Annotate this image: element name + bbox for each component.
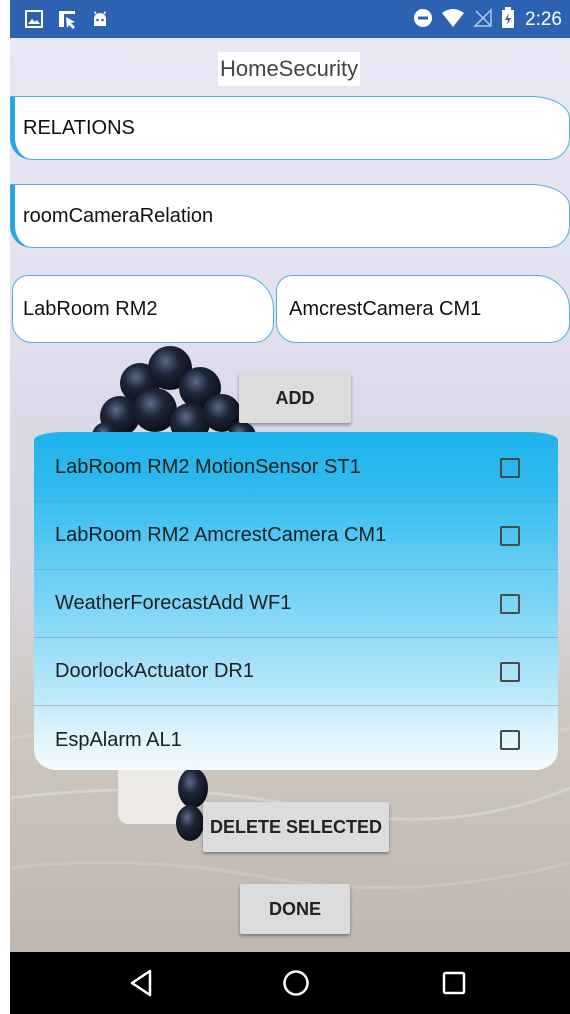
navigation-bar: [10, 952, 570, 1014]
camera-field[interactable]: AmcrestCamera CM1: [276, 275, 570, 343]
wifi-icon: [441, 8, 465, 32]
list-item-checkbox[interactable]: [500, 525, 520, 546]
do-not-disturb-icon: [413, 8, 433, 32]
screen: 2:26 HomeSecurity RELATIONS roomCameraRe…: [0, 0, 570, 1014]
list-item-label: WeatherForecastAdd WF1: [55, 592, 292, 614]
list-item[interactable]: LabRoom RM2 AmcrestCamera CM1: [34, 502, 558, 570]
list-item[interactable]: EspAlarm AL1: [34, 706, 558, 770]
relations-field-value: RELATIONS: [23, 116, 135, 139]
image-icon: [24, 9, 44, 33]
add-button[interactable]: ADD: [239, 373, 351, 423]
list-item-label: EspAlarm AL1: [55, 728, 182, 751]
delete-selected-button[interactable]: DELETE SELECTED: [203, 802, 389, 852]
battery-icon: [501, 7, 515, 33]
android-icon: [90, 9, 110, 33]
list-item-checkbox[interactable]: [500, 730, 520, 750]
list-item-label: DoorlockActuator DR1: [55, 660, 254, 682]
home-button[interactable]: [256, 952, 336, 1014]
list-item[interactable]: WeatherForecastAdd WF1: [34, 570, 558, 638]
camera-field-value: AmcrestCamera CM1: [289, 297, 482, 320]
list-item-checkbox[interactable]: [500, 593, 520, 614]
list-item-checkbox[interactable]: [500, 661, 520, 682]
relations-field[interactable]: RELATIONS: [10, 96, 570, 160]
home-icon: [283, 970, 309, 996]
list-item-checkbox[interactable]: [500, 457, 520, 478]
list-item[interactable]: LabRoom RM2 MotionSensor ST1: [34, 434, 558, 502]
cast-icon: [56, 8, 78, 34]
back-icon: [130, 969, 152, 997]
room-field-value: LabRoom RM2: [23, 297, 158, 320]
list-item[interactable]: DoorlockActuator DR1: [34, 638, 558, 706]
room-field[interactable]: LabRoom RM2: [12, 275, 274, 343]
done-button[interactable]: DONE: [240, 884, 350, 934]
relation-name-field[interactable]: roomCameraRelation: [10, 184, 570, 248]
app-content: HomeSecurity RELATIONS roomCameraRelatio…: [10, 38, 570, 952]
status-time: 2:26: [525, 9, 562, 30]
status-bar: 2:26: [10, 0, 570, 38]
back-button[interactable]: [102, 952, 182, 1014]
recents-button[interactable]: [414, 952, 494, 1014]
relations-list: LabRoom RM2 MotionSensor ST1 LabRoom RM2…: [34, 432, 558, 770]
recents-icon: [442, 971, 466, 995]
relation-name-field-value: roomCameraRelation: [23, 204, 214, 227]
list-item-label: LabRoom RM2 AmcrestCamera CM1: [55, 524, 387, 546]
app-title: HomeSecurity: [218, 52, 361, 86]
list-item-label: LabRoom RM2 MotionSensor ST1: [55, 456, 361, 478]
no-signal-icon: [473, 8, 493, 32]
